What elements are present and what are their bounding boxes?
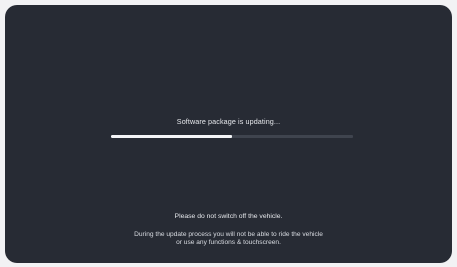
update-screen: Software package is updating... Please d… (5, 5, 452, 263)
update-status-text: Software package is updating... (176, 117, 281, 126)
info-message: During the update process you will not b… (5, 231, 452, 247)
update-progress-bar (111, 135, 353, 138)
update-progress-fill (111, 135, 232, 138)
info-line-1: During the update process you will not b… (134, 231, 323, 238)
info-line-2: or use any functions & touchscreen. (176, 239, 281, 247)
warning-message: Please do not switch off the vehicle. (174, 213, 283, 220)
